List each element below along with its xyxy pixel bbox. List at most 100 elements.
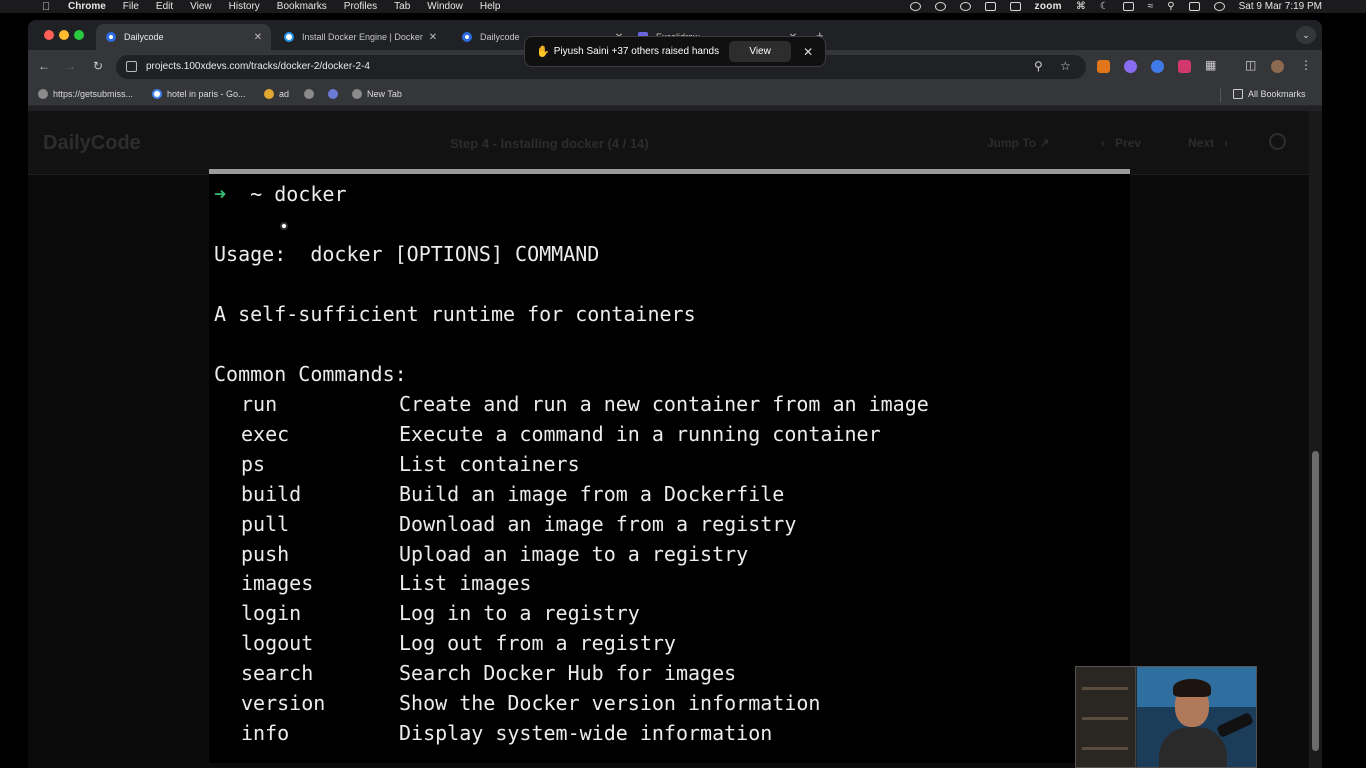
address-url[interactable]: projects.100xdevs.com/tracks/docker-2/do… (146, 61, 370, 72)
terminal-screenshot: ➜ ~ docker Usage: docker [OPTIONS] COMMA… (209, 174, 1130, 763)
status-globe-icon[interactable] (959, 2, 971, 11)
more-menu-icon[interactable]: ⋮ (1300, 58, 1312, 72)
wifi-icon[interactable]: ≈ (1148, 1, 1154, 12)
raised-hand-icon: ✋ (536, 46, 550, 58)
bookmark-label: New Tab (367, 89, 402, 99)
profile-avatar[interactable] (1271, 60, 1284, 73)
menu-help[interactable]: Help (480, 1, 501, 12)
menu-window[interactable]: Window (427, 1, 463, 12)
zoom-magnifier-icon[interactable]: ⚲ (1034, 59, 1043, 73)
status-clipboard-icon[interactable] (1009, 2, 1021, 11)
webcam-thumbnail (1076, 667, 1136, 767)
status-window-icon[interactable] (984, 2, 996, 11)
extension-icon[interactable] (1178, 60, 1191, 73)
extensions-puzzle-icon[interactable]: ▦ (1205, 58, 1216, 72)
back-arrow-icon[interactable]: ← (36, 59, 52, 73)
all-bookmarks-button[interactable]: All Bookmarks (1233, 89, 1306, 99)
dailycode-favicon-icon (462, 32, 472, 42)
presenter-body (1159, 727, 1227, 767)
window-zoom-button[interactable] (74, 30, 84, 40)
command-description: Upload an image to a registry (399, 542, 749, 566)
prompt-arrow-icon: ➜ (214, 182, 227, 206)
menu-edit[interactable]: Edit (156, 1, 173, 12)
gear-icon (328, 89, 338, 99)
command-name: run (241, 392, 278, 416)
shelf-shape (1082, 687, 1128, 690)
tab-dailycode-active[interactable]: Dailycode ✕ (96, 24, 271, 50)
status-moon-icon[interactable]: ☾ (1100, 1, 1109, 12)
bookmark-new-tab[interactable]: New Tab (352, 89, 402, 99)
bookmark-star-icon[interactable]: ☆ (1060, 59, 1071, 73)
window-close-button[interactable] (44, 30, 54, 40)
prev-button[interactable]: ‹ Prev (1101, 136, 1141, 150)
extension-icon[interactable] (1124, 60, 1137, 73)
next-button[interactable]: Next › (1188, 136, 1228, 150)
external-arrow-icon: ↗ (1039, 136, 1050, 150)
window-minimize-button[interactable] (59, 30, 69, 40)
tab-docker-install[interactable]: Install Docker Engine | Docker ✕ (274, 24, 446, 50)
bookmark-settings[interactable] (328, 89, 343, 99)
siri-icon[interactable] (1213, 2, 1225, 11)
command-description: Log in to a registry (399, 601, 640, 625)
shelf-shape (1082, 717, 1128, 720)
control-center-icon[interactable] (1188, 2, 1200, 11)
view-button[interactable]: View (729, 41, 792, 62)
zoom-raised-hands-banner: ✋ Piyush Saini +37 others raised hands V… (524, 36, 826, 67)
prompt-command: docker (274, 182, 347, 206)
tab-close-icon[interactable]: ✕ (251, 32, 265, 43)
microphone-icon (1216, 711, 1254, 739)
menu-file[interactable]: File (123, 1, 139, 12)
status-app-icon[interactable] (909, 2, 921, 11)
globe-icon (304, 89, 314, 99)
side-panel-icon[interactable]: ◫ (1245, 58, 1256, 72)
close-icon[interactable]: ✕ (803, 45, 813, 59)
battery-icon[interactable] (1122, 2, 1134, 11)
prompt-dir: ~ (250, 182, 263, 206)
bookmark-ad[interactable]: ad (264, 89, 289, 99)
mouse-cursor-icon (280, 222, 288, 230)
tab-title: Install Docker Engine | Docker (302, 32, 423, 42)
menubar-datetime[interactable]: Sat 9 Mar 7:19 PM (1239, 1, 1322, 12)
menu-app-name[interactable]: Chrome (68, 1, 106, 12)
metamask-extension-icon[interactable] (1097, 60, 1110, 73)
bookmark-globe-1[interactable] (304, 89, 319, 99)
extension-icon[interactable] (1151, 60, 1164, 73)
menu-view[interactable]: View (190, 1, 212, 12)
command-name: info (241, 721, 290, 745)
menu-profiles[interactable]: Profiles (344, 1, 377, 12)
command-name: ps (241, 452, 266, 476)
command-description: Execute a command in a running container (399, 422, 881, 446)
theme-toggle-icon[interactable] (1269, 133, 1286, 150)
description-line: A self-sufficient runtime for containers (214, 302, 696, 326)
google-icon (152, 89, 162, 99)
jump-to-button[interactable]: Jump To ↗ (987, 136, 1050, 150)
status-cloud-icon[interactable] (934, 2, 946, 11)
command-description: Display system-wide information (399, 721, 773, 745)
next-label: Next (1188, 136, 1215, 150)
status-command-icon[interactable]: ⌘ (1076, 1, 1086, 12)
tab-title: Dailycode (124, 32, 164, 42)
command-name: build (241, 482, 302, 506)
command-name: push (241, 542, 290, 566)
menu-tab[interactable]: Tab (394, 1, 410, 12)
site-info-icon[interactable] (126, 61, 137, 72)
menu-history[interactable]: History (229, 1, 260, 12)
command-name: login (241, 601, 302, 625)
bookmark-getsubmission[interactable]: https://getsubmiss... (38, 89, 133, 99)
scrollbar[interactable] (1309, 111, 1322, 768)
bookmark-hotel-paris[interactable]: hotel in paris - Go... (152, 89, 246, 99)
folder-icon (1233, 89, 1243, 99)
reload-icon[interactable]: ↻ (90, 59, 106, 73)
status-zoom-label[interactable]: zoom (1035, 1, 1062, 12)
spotlight-search-icon[interactable]: ⚲ (1167, 1, 1174, 12)
command-description: List containers (399, 452, 580, 476)
brand-logo[interactable]: DailyCode (43, 132, 141, 155)
docker-favicon-icon (284, 32, 294, 42)
forward-arrow-icon[interactable]: → (62, 59, 78, 73)
tab-search-chevron-icon[interactable]: ⌄ (1296, 26, 1316, 44)
tab-close-icon[interactable]: ✕ (426, 32, 440, 43)
command-name: logout (241, 631, 314, 655)
menu-bookmarks[interactable]: Bookmarks (277, 1, 327, 12)
scrollbar-thumb[interactable] (1312, 451, 1319, 751)
apple-menu-icon[interactable]:  (42, 1, 54, 13)
